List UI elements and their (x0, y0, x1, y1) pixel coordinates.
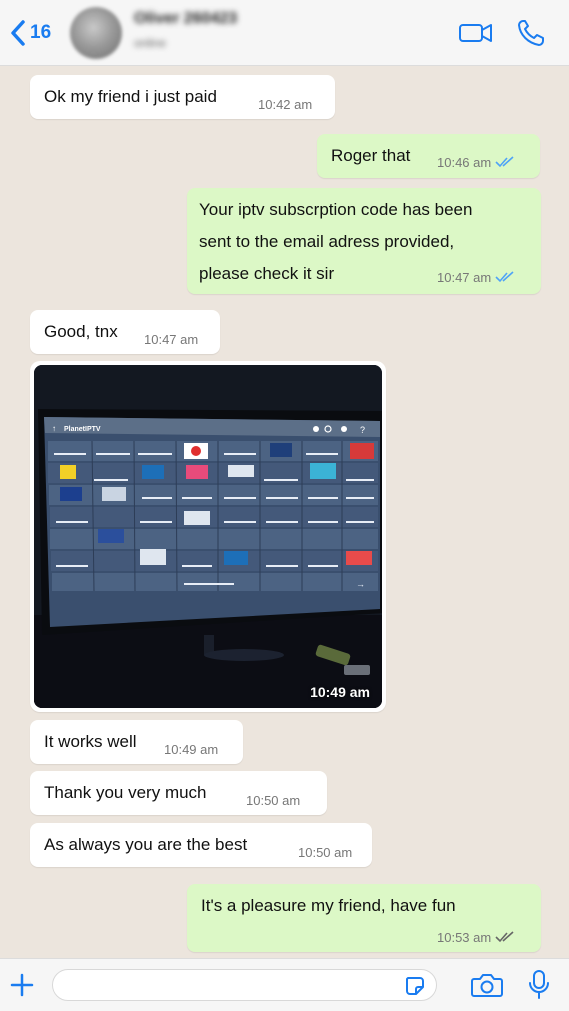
message-time-text: 10:46 am (437, 155, 492, 170)
message-time: 10:46 am (437, 155, 515, 172)
double-check-icon (495, 270, 515, 287)
contact-name: Oliver 260423 (134, 10, 238, 27)
message-bubble[interactable]: Roger that 10:46 am (317, 134, 540, 178)
double-check-icon (495, 155, 515, 172)
chat-header: 16 Oliver 260423 online (0, 0, 569, 66)
message-text: Roger that (331, 146, 411, 165)
iptv-app-title: PlanetIPTV (64, 426, 101, 433)
channel-grid: → (48, 440, 378, 592)
attach-button[interactable] (8, 971, 36, 1004)
message-time-text: 10:47 am (437, 270, 492, 285)
contact-status: online (134, 36, 167, 50)
message-time: 10:50 am (246, 793, 301, 808)
svg-text:→: → (356, 579, 365, 589)
unread-count: 16 (30, 22, 52, 43)
message-text: It's a pleasure my friend, have fun (201, 896, 456, 915)
double-check-icon (495, 930, 515, 947)
message-bubble[interactable]: It works well 10:49 am (30, 720, 243, 764)
phone-icon (518, 20, 544, 46)
tv-photo[interactable]: PlanetIPTV ↑ ? → 10:49 am (34, 365, 382, 708)
back-button[interactable]: 16 (8, 16, 68, 50)
sticker-icon (406, 977, 424, 995)
message-text: It works well (44, 732, 137, 751)
message-text: Thank you very much (44, 783, 207, 802)
voice-call-button[interactable] (515, 18, 551, 53)
message-bubble[interactable]: Thank you very much 10:50 am (30, 771, 327, 815)
camera-button[interactable] (470, 971, 504, 1004)
contact-info[interactable]: Oliver 260423 online (134, 10, 237, 50)
message-time: 10:49 am (164, 742, 219, 757)
message-bubble[interactable]: Ok my friend i just paid 10:42 am (30, 75, 335, 119)
camera-icon (471, 974, 503, 997)
message-time: 10:53 am (437, 930, 515, 947)
chevron-left-icon (11, 20, 25, 46)
message-bubble[interactable]: Good, tnx 10:47 am (30, 310, 220, 354)
svg-text:↑: ↑ (52, 424, 56, 433)
message-text: Ok my friend i just paid (44, 87, 217, 106)
message-bubble[interactable]: It's a pleasure my friend, have fun 10:5… (187, 884, 541, 952)
plus-icon (10, 973, 34, 997)
message-time: 10:49 am (310, 684, 370, 700)
composer-bar (0, 958, 569, 1011)
message-text: As always you are the best (44, 835, 248, 854)
message-input[interactable] (52, 969, 437, 1001)
message-bubble[interactable]: Your iptv subscrption code has been sent… (187, 188, 541, 294)
sticker-button[interactable] (404, 975, 426, 1002)
message-time: 10:47 am (144, 332, 199, 347)
microphone-button[interactable] (527, 969, 551, 1006)
image-message[interactable]: PlanetIPTV ↑ ? → 10:49 am (30, 361, 386, 712)
message-time: 10:47 am (437, 270, 515, 287)
message-bubble[interactable]: As always you are the best 10:50 am (30, 823, 372, 867)
message-time: 10:42 am (258, 97, 313, 112)
svg-text:?: ? (360, 425, 365, 435)
message-time-text: 10:53 am (437, 930, 492, 945)
avatar[interactable] (70, 7, 122, 59)
microphone-icon (529, 970, 549, 999)
message-time: 10:50 am (298, 845, 353, 860)
video-call-icon (459, 24, 492, 42)
tv-screen-image: PlanetIPTV ↑ ? → (34, 365, 382, 708)
message-text: Good, tnx (44, 322, 118, 341)
video-call-button[interactable] (458, 18, 494, 53)
